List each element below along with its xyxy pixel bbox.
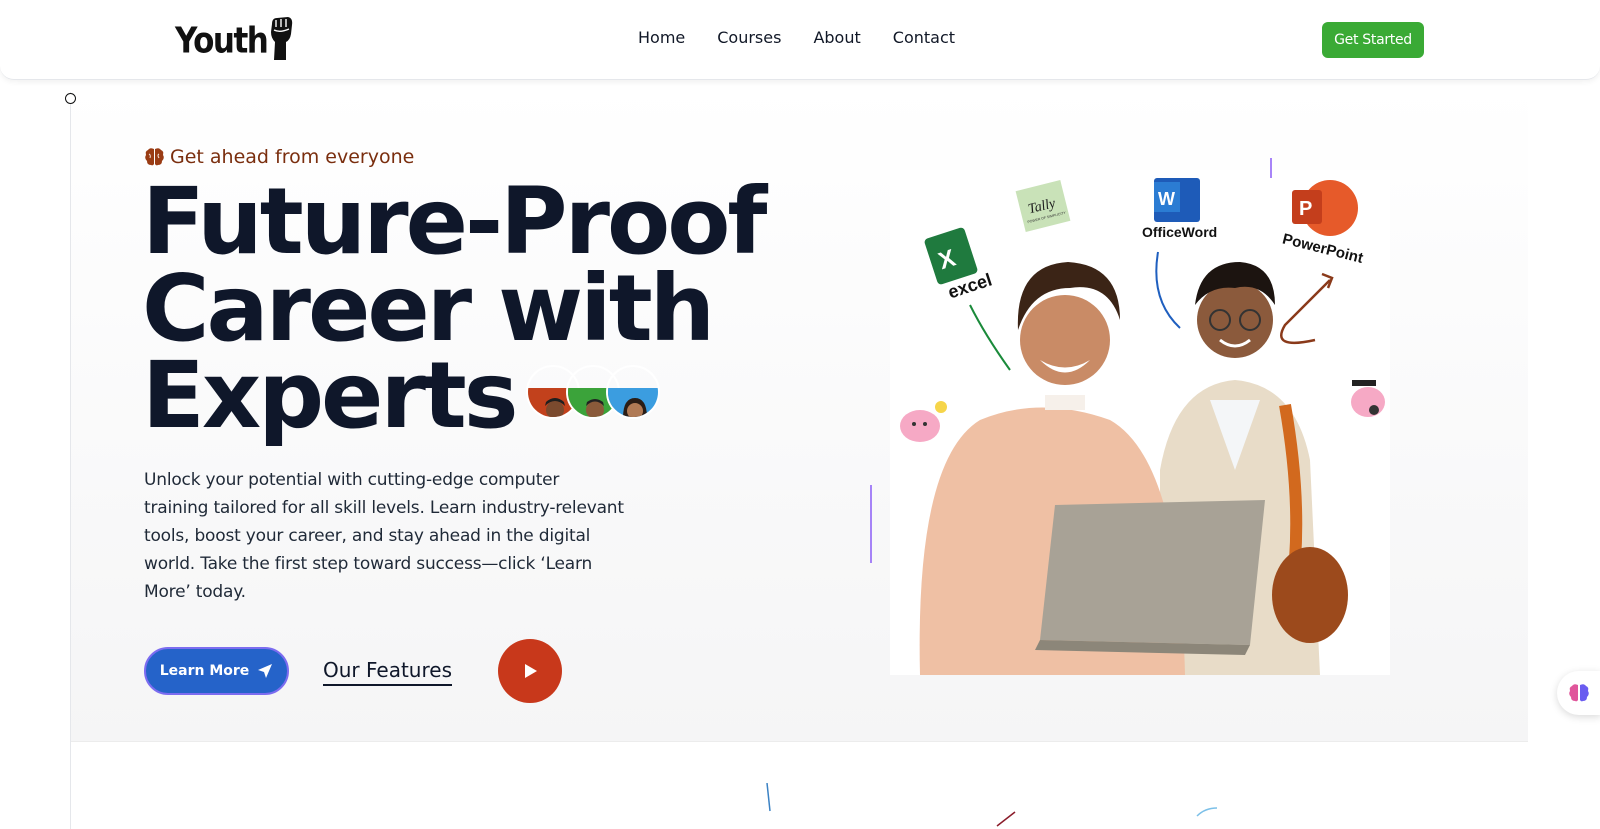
- tally-badge: Tally POWER OF SIMPLICITY: [1015, 180, 1071, 232]
- avatar: [605, 364, 660, 419]
- nav-home[interactable]: Home: [638, 28, 685, 47]
- hero-title-line-2: Career with: [142, 255, 715, 362]
- hero-illustration: X excel Tally POWER OF SIMPLICITY W Offi…: [890, 170, 1390, 675]
- brain-mascot-right: [1351, 380, 1385, 417]
- scroll-indicator[interactable]: [65, 93, 76, 104]
- learn-more-button[interactable]: Learn More: [144, 647, 289, 695]
- learn-more-label: Learn More: [159, 663, 250, 679]
- excel-badge: X excel: [924, 227, 994, 302]
- play-icon: [525, 664, 537, 678]
- decorative-line: [1196, 807, 1218, 817]
- brain-mascot-left: [900, 401, 947, 442]
- main-nav: Home Courses About Contact: [638, 28, 955, 47]
- get-started-button[interactable]: Get Started: [1322, 22, 1424, 58]
- logo-text: Youth: [175, 20, 269, 62]
- hero-title-line-3: Experts: [142, 342, 519, 449]
- nav-courses[interactable]: Courses: [717, 28, 781, 47]
- decorative-line: [870, 485, 872, 563]
- hero-title-line-3-wrap: Experts: [142, 350, 764, 442]
- svg-text:W: W: [1158, 189, 1175, 209]
- powerpoint-label: PowerPoint: [1281, 230, 1365, 266]
- hero-title-line-1: Future-Proof: [142, 168, 767, 275]
- site-header: Youth Home Courses About Contact Get Sta…: [0, 0, 1600, 80]
- brain-chat-button[interactable]: [1557, 671, 1600, 715]
- decorative-line: [766, 783, 771, 812]
- brain-icon: [145, 148, 164, 166]
- decorative-line: [1270, 158, 1272, 178]
- word-label: OfficeWord: [1142, 224, 1217, 240]
- site-logo[interactable]: Youth: [175, 16, 294, 66]
- expert-avatars: [525, 364, 660, 419]
- left-rail: [70, 92, 71, 829]
- colorful-brain-icon: [1569, 684, 1589, 702]
- hero-title: Future-Proof Career with Experts: [142, 168, 767, 442]
- powerpoint-badge: P PowerPoint: [1281, 180, 1365, 267]
- eyebrow-text: Get ahead from everyone: [170, 146, 415, 168]
- hero-eyebrow: Get ahead from everyone: [144, 146, 414, 168]
- our-features-link[interactable]: Our Features: [323, 658, 452, 686]
- nav-about[interactable]: About: [813, 28, 860, 47]
- decorative-line: [996, 811, 1016, 827]
- send-icon: [258, 664, 273, 678]
- nav-contact[interactable]: Contact: [893, 28, 955, 47]
- word-badge: W OfficeWord: [1142, 178, 1217, 240]
- hero-description: Unlock your potential with cutting-edge …: [144, 470, 624, 602]
- students-illustration: X excel Tally POWER OF SIMPLICITY W Offi…: [900, 178, 1385, 675]
- play-video-button[interactable]: [498, 639, 562, 703]
- raised-fist-icon: [271, 17, 293, 60]
- svg-text:P: P: [1299, 198, 1312, 220]
